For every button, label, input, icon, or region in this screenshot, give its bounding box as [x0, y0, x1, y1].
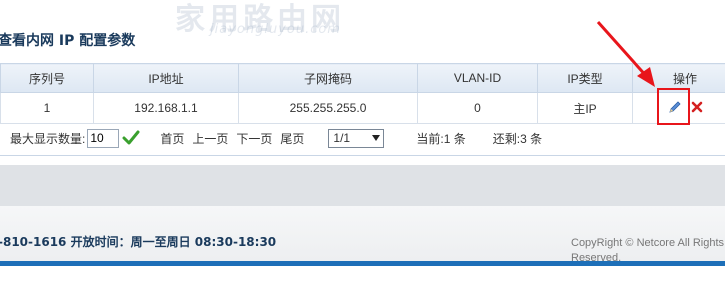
footer-hotline: -810-1616 开放时间：周一至周日 08:30-18:30: [0, 235, 277, 249]
prev-page-link[interactable]: 上一页: [192, 130, 228, 147]
table-row: 1 192.168.1.1 255.255.255.0 0 主IP: [0, 92, 725, 124]
footer: -810-1616 开放时间：周一至周日 08:30-18:30 CopyRig…: [0, 206, 725, 266]
page-select[interactable]: 1/1: [328, 128, 385, 148]
column-header-mask: 子网掩码: [238, 63, 418, 93]
current-count: 当前:1 条: [416, 131, 466, 146]
column-header-vlan: VLAN-ID: [417, 63, 538, 93]
content-bottom-band: [0, 165, 725, 206]
panel-title: 查看内网 IP 配置参数: [0, 33, 136, 49]
cell-vlan: 0: [417, 92, 538, 124]
page-size-label: 最大显示数量:: [10, 131, 86, 146]
first-page-link[interactable]: 首页: [160, 130, 184, 147]
column-header-seq: 序列号: [0, 63, 94, 93]
watermark-url: jiayongluyou.com: [210, 22, 341, 37]
delete-button[interactable]: [691, 101, 703, 116]
cell-ip: 192.168.1.1: [93, 92, 239, 124]
cell-mask: 255.255.255.0: [238, 92, 418, 124]
table-header-row: 序列号 IP地址 子网掩码 VLAN-ID IP类型 操作: [0, 63, 725, 93]
pagination-bar: 最大显示数量: 首页 上一页 下一页 尾页 1/1 当前:1 条 还剩:3 条: [0, 121, 725, 156]
column-header-ip: IP地址: [93, 63, 239, 93]
check-icon: [122, 130, 140, 145]
page-size-input[interactable]: [87, 128, 120, 148]
remaining-count: 还剩:3 条: [492, 131, 543, 146]
caret-down-icon: [372, 135, 381, 141]
annotation-highlight-box: [657, 88, 690, 125]
confirm-button[interactable]: [122, 129, 140, 147]
column-header-type: IP类型: [537, 63, 633, 93]
cell-type: 主IP: [537, 92, 633, 124]
close-icon: [692, 101, 703, 112]
next-page-link[interactable]: 下一页: [236, 130, 272, 147]
ip-config-table: 序列号 IP地址 子网掩码 VLAN-ID IP类型 操作 1 192.168.…: [0, 63, 725, 124]
cell-seq: 1: [0, 92, 94, 124]
watermark-text: 家用路由网: [175, 2, 345, 37]
last-page-link[interactable]: 尾页: [280, 130, 304, 147]
page-select-value: 1/1: [333, 131, 351, 145]
footer-bottom-strip: [0, 266, 725, 282]
